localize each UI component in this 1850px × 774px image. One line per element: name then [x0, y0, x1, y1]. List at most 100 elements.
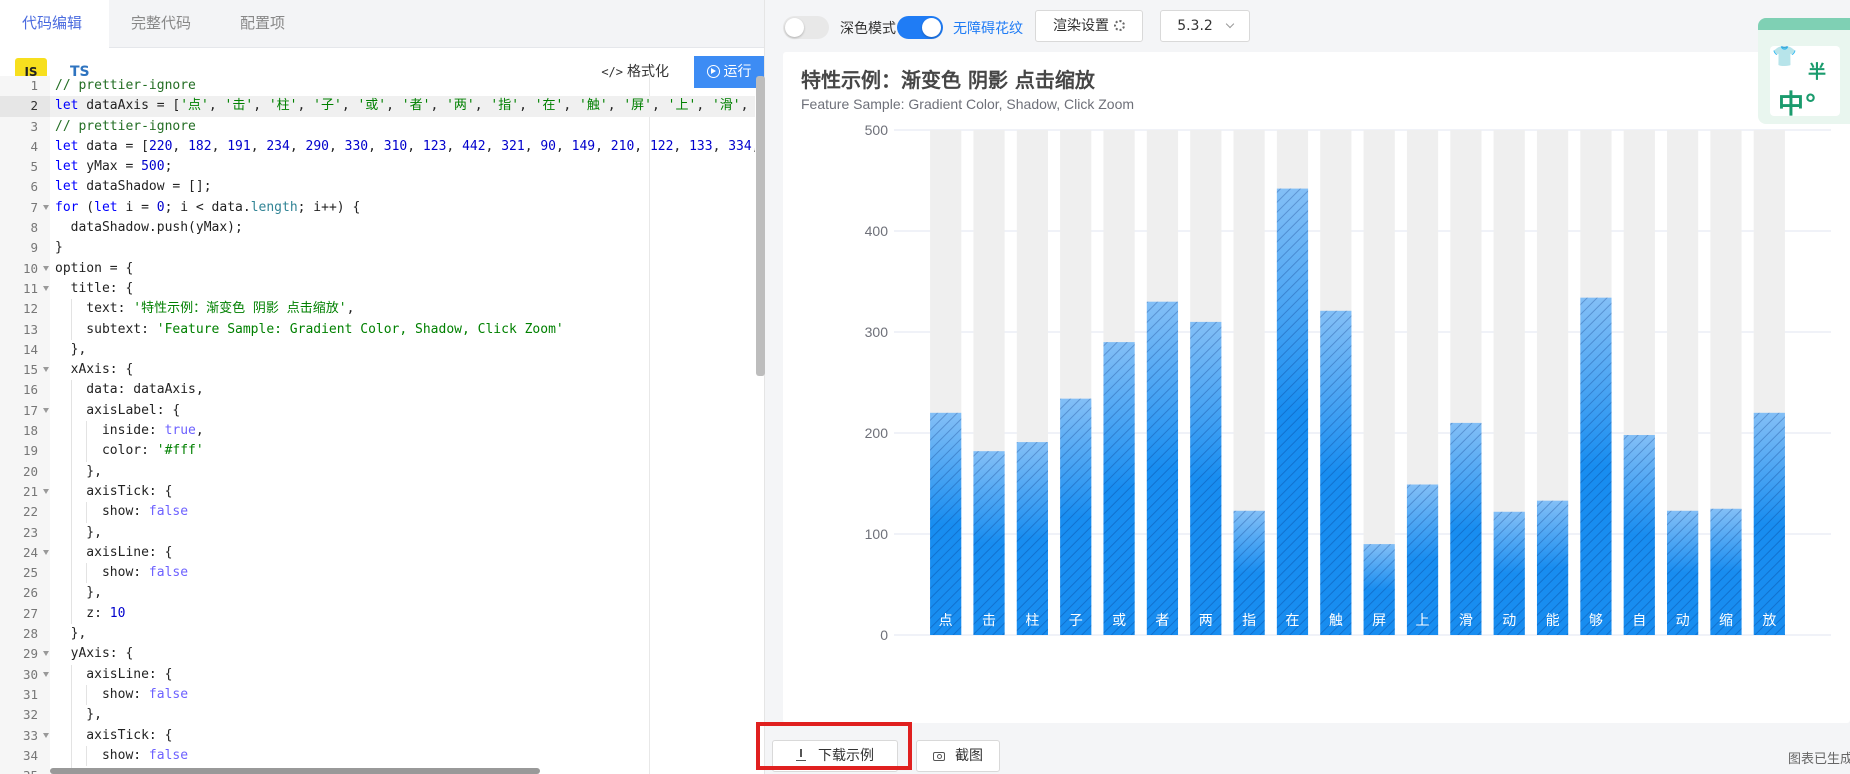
code-line[interactable]: for (let i = 0; i < data.length; i++) { — [55, 198, 755, 218]
x-category-label: 能 — [1546, 613, 1560, 629]
app-root: 代码编辑 完整代码 配置项 JS TS </> 格式化 运行 1234567891… — [0, 0, 1850, 774]
code-line[interactable]: show: false — [55, 684, 755, 706]
indent-guide — [70, 400, 72, 422]
code-lines[interactable]: // prettier-ignore let dataAxis = ['点', '… — [50, 76, 755, 774]
line-number: 7 — [0, 198, 50, 218]
indent-guide — [70, 441, 72, 462]
code-line[interactable]: z: 10 — [55, 603, 755, 625]
code-line[interactable]: // prettier-ignore — [55, 76, 755, 96]
x-category-label: 上 — [1416, 613, 1430, 629]
bar-pattern — [930, 412, 962, 635]
code-line[interactable]: // prettier-ignore — [55, 117, 755, 137]
code-line[interactable]: axisLabel: { — [55, 400, 755, 422]
code-line[interactable]: data: dataAxis, — [55, 380, 755, 401]
x-category-label: 自 — [1632, 613, 1646, 629]
indent-guide — [70, 380, 72, 401]
code-line[interactable]: show: false — [55, 745, 755, 767]
fold-arrow-icon[interactable] — [43, 671, 49, 677]
code-line[interactable]: axisLine: { — [55, 664, 755, 685]
line-number: 22 — [22, 504, 38, 520]
editor-panel: 代码编辑 完整代码 配置项 JS TS </> 格式化 运行 1234567891… — [0, 0, 765, 774]
editor-tabs: 代码编辑 完整代码 配置项 — [0, 0, 764, 48]
aria-pattern-toggle[interactable] — [897, 16, 943, 39]
fold-arrow-icon[interactable] — [43, 651, 49, 657]
aria-pattern-label: 无障碍花纹 — [953, 21, 1023, 37]
indent-guide — [70, 745, 72, 767]
screenshot-button[interactable]: 截图 — [916, 740, 1000, 772]
x-category-label: 屏 — [1372, 613, 1386, 629]
code-line[interactable]: subtext: 'Feature Sample: Gradient Color… — [55, 319, 755, 340]
x-category-label: 触 — [1329, 613, 1343, 629]
code-line[interactable]: show: false — [55, 563, 755, 584]
code-line[interactable]: title: { — [55, 279, 755, 299]
code-line[interactable]: }, — [55, 522, 755, 543]
dark-mode-toggle[interactable] — [783, 16, 829, 39]
shirt-icon: 👕 — [1772, 44, 1797, 68]
code-line[interactable]: let data = [220, 182, 191, 234, 290, 330… — [55, 137, 755, 157]
fold-arrow-icon[interactable] — [43, 407, 49, 413]
fold-arrow-icon[interactable] — [43, 367, 49, 373]
y-tick-label: 200 — [865, 425, 889, 441]
tab-full-code[interactable]: 完整代码 — [109, 0, 218, 48]
code-line[interactable]: }, — [55, 624, 755, 644]
fold-arrow-icon[interactable] — [43, 265, 49, 271]
line-number: 15 — [0, 360, 50, 380]
fold-arrow-icon[interactable] — [43, 285, 49, 291]
floating-badge[interactable]: 👕 半 中° — [1758, 18, 1850, 124]
y-tick-label: 400 — [865, 223, 889, 239]
line-number: 3 — [30, 118, 38, 134]
y-tick-label: 300 — [865, 324, 889, 340]
code-line[interactable]: }, — [55, 461, 755, 482]
code-line[interactable]: xAxis: { — [55, 360, 755, 380]
indent-guide — [70, 583, 72, 604]
tab-config[interactable]: 配置项 — [218, 0, 312, 48]
horizontal-scrollbar[interactable] — [50, 768, 540, 774]
code-line[interactable]: dataShadow.push(yMax); — [55, 218, 755, 238]
line-number: 28 — [22, 626, 38, 642]
fold-arrow-icon[interactable] — [43, 549, 49, 555]
preview-panel: 深色模式 无障碍花纹 渲染设置 5.3.2 特性示例：渐变色 阴影 点击缩放 F… — [765, 0, 1850, 774]
version-select[interactable]: 5.3.2 — [1160, 10, 1250, 42]
render-settings-button[interactable]: 渲染设置 — [1035, 10, 1143, 42]
code-line[interactable]: let dataAxis = ['点', '击', '柱', '子', '或',… — [50, 96, 755, 117]
x-category-label: 指 — [1242, 613, 1256, 629]
code-line[interactable]: }, — [55, 705, 755, 726]
code-line[interactable]: option = { — [55, 259, 755, 279]
code-line[interactable]: }, — [55, 340, 755, 360]
toggle-knob — [922, 18, 941, 37]
code-line[interactable]: let yMax = 500; — [55, 157, 755, 177]
line-number: 8 — [30, 220, 38, 236]
x-category-label: 缩 — [1719, 613, 1733, 629]
code-line[interactable]: } — [55, 238, 755, 258]
line-number: 6 — [30, 179, 38, 195]
tab-code-edit[interactable]: 代码编辑 — [0, 0, 110, 48]
bottom-toolbar: 下载示例 截图 — [765, 733, 1850, 774]
fold-arrow-icon[interactable] — [43, 488, 49, 494]
code-line[interactable]: axisLine: { — [55, 542, 755, 564]
indent-guide — [70, 522, 72, 543]
code-line[interactable]: yAxis: { — [55, 644, 755, 664]
code-line[interactable]: axisTick: { — [55, 725, 755, 746]
indent-guide — [70, 725, 72, 746]
indent-guide — [70, 684, 72, 706]
line-number: 5 — [30, 159, 38, 175]
x-category-label: 动 — [1502, 613, 1516, 629]
fold-arrow-icon[interactable] — [43, 732, 49, 738]
code-line[interactable]: inside: true, — [55, 421, 755, 442]
bar-chart[interactable]: 点 击 柱 子 或 者 两 指 在 触 屏 上 滑 动 能 够 自 动 缩 放 0 100 200 300 400 500 — [783, 52, 1850, 723]
code-line[interactable]: }, — [55, 583, 755, 604]
code-editor[interactable]: 1 2 3 4 5 6 7 8 9 10 11 12 13 14 15 16 17 18 19 20 21 22 23 24 2… — [0, 76, 756, 774]
code-line[interactable]: text: '特性示例：渐变色 阴影 点击缩放', — [55, 299, 755, 320]
indent-guide — [70, 421, 72, 442]
fold-arrow-icon[interactable] — [43, 204, 49, 210]
indent-guide — [86, 563, 88, 584]
code-line[interactable]: color: '#fff' — [55, 441, 755, 462]
chart-container[interactable]: 特性示例：渐变色 阴影 点击缩放 Feature Sample: Gradien… — [783, 52, 1850, 723]
x-category-label: 滑 — [1459, 612, 1473, 629]
code-line[interactable]: axisTick: { — [55, 481, 755, 503]
code-line[interactable]: show: false — [55, 502, 755, 523]
vertical-scrollbar[interactable] — [756, 76, 765, 376]
code-line[interactable]: let dataShadow = []; — [55, 177, 755, 197]
y-tick-label: 100 — [865, 526, 889, 542]
line-number: 10 — [0, 259, 50, 279]
